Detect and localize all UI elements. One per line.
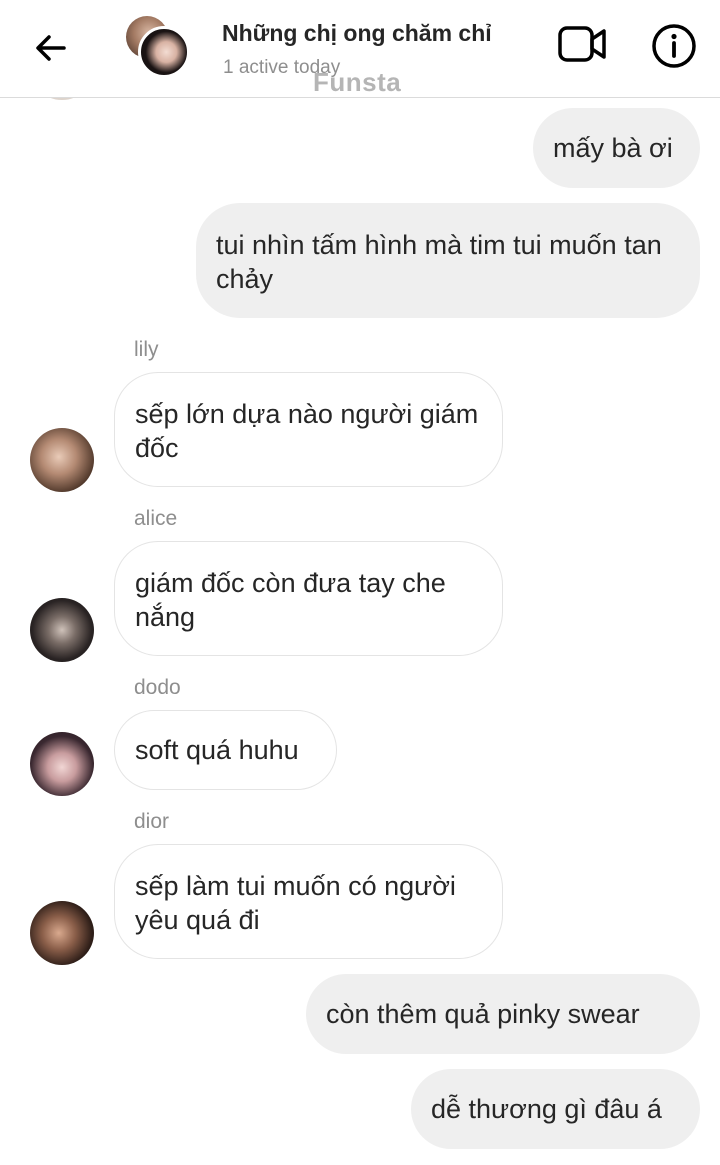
message-bubble-outgoing[interactable]: còn thêm quả pinky swear <box>306 974 700 1054</box>
sender-avatar[interactable] <box>30 732 94 796</box>
info-button[interactable] <box>650 22 698 70</box>
video-camera-icon <box>558 26 606 62</box>
chat-title[interactable]: Những chị ong chăm chỉ <box>222 20 492 47</box>
arrow-left-icon <box>36 35 66 61</box>
sender-avatar[interactable] <box>30 598 94 662</box>
sender-avatar[interactable] <box>30 901 94 965</box>
member-avatar-front <box>138 26 190 78</box>
message-bubble-incoming[interactable]: sếp lớn dựa nào người giám đốc <box>114 372 503 487</box>
message-bubble-outgoing[interactable]: dễ thương gì đâu á <box>411 1069 700 1149</box>
message-bubble-incoming[interactable]: soft quá huhu <box>114 710 337 790</box>
sender-avatar[interactable] <box>30 428 94 492</box>
chat-screen: Những chị ong chăm chỉ 1 active today Fu… <box>0 0 720 1165</box>
sender-name: alice <box>134 507 178 530</box>
sender-name: lily <box>134 338 159 361</box>
back-button[interactable] <box>26 26 74 74</box>
watermark: Funsta <box>313 67 402 97</box>
message-bubble-incoming[interactable]: giám đốc còn đưa tay che nắng <box>114 541 503 656</box>
message-bubble-outgoing[interactable]: mấy bà ơi <box>533 108 700 188</box>
info-icon <box>652 24 696 68</box>
sender-name: dodo <box>134 676 181 699</box>
message-bubble-outgoing[interactable]: tui nhìn tấm hình mà tim tui muốn tan ch… <box>196 203 700 318</box>
video-call-button[interactable] <box>556 22 610 66</box>
chat-header: Những chị ong chăm chỉ 1 active today Fu… <box>0 0 720 98</box>
message-bubble-incoming[interactable]: sếp làm tui muốn có người yêu quá đi <box>114 844 503 959</box>
group-avatar[interactable] <box>124 14 190 80</box>
sender-name: dior <box>134 810 170 833</box>
